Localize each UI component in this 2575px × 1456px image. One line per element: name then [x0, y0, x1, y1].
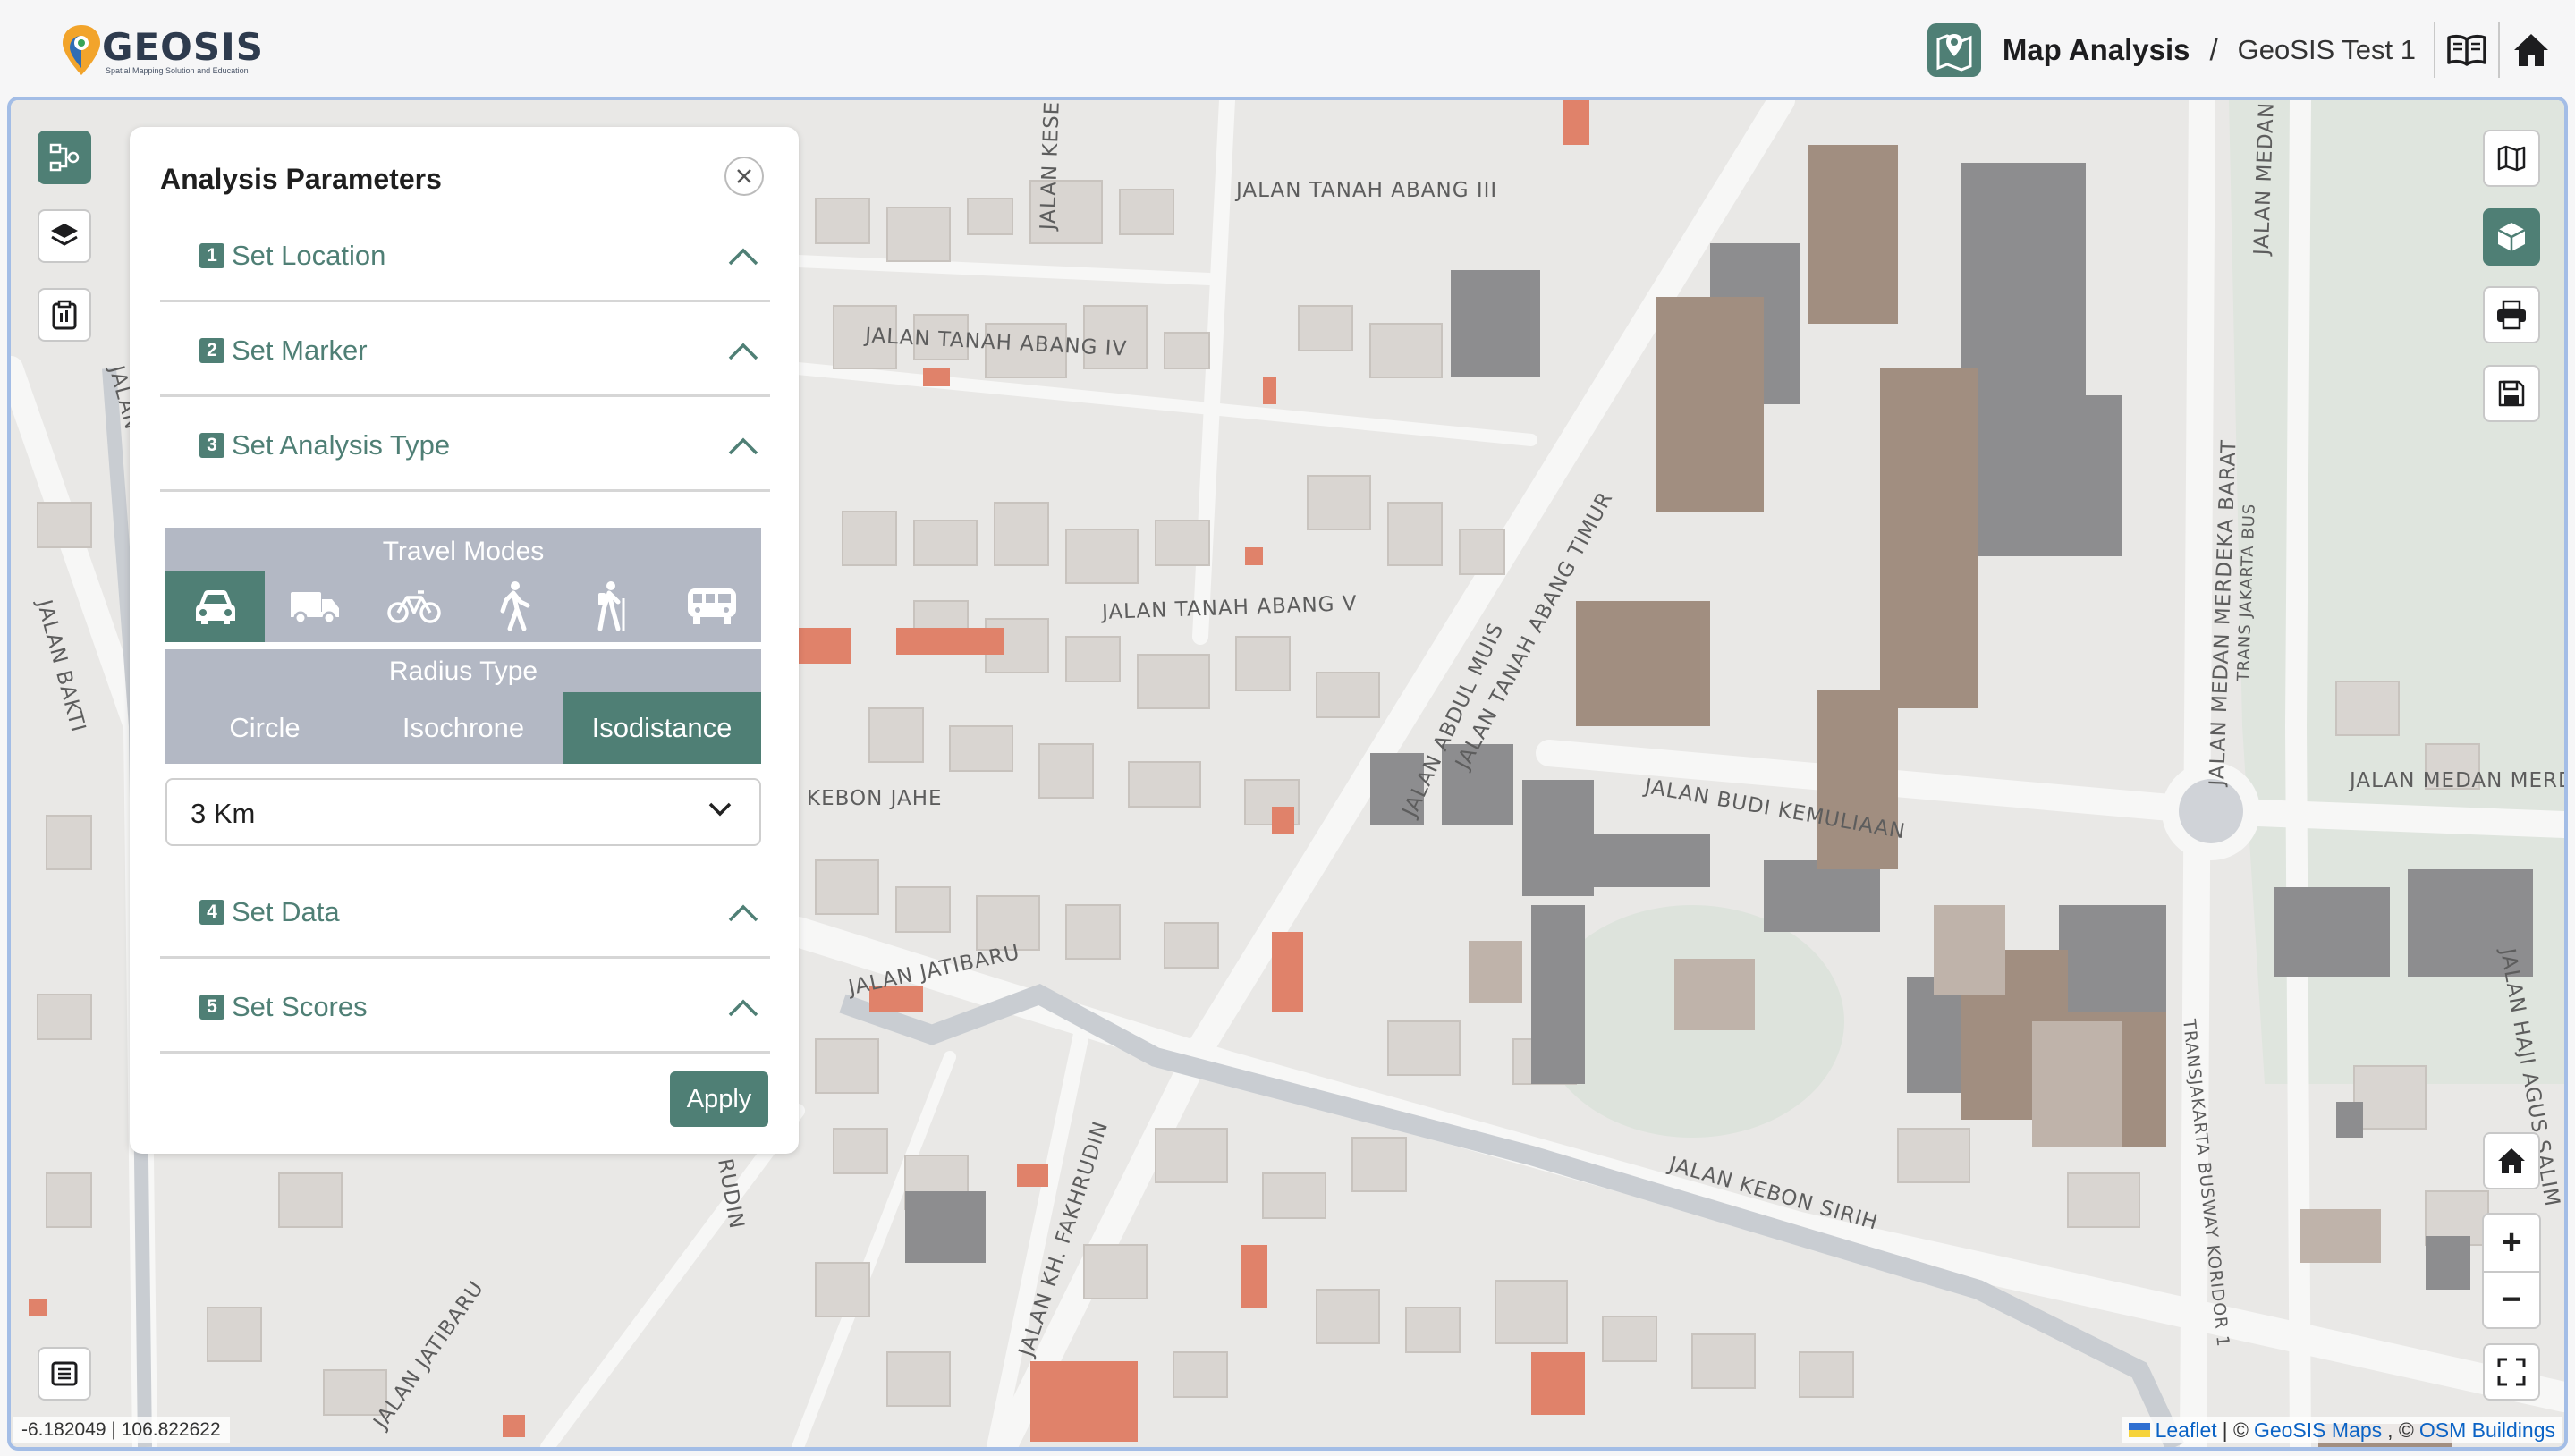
travel-mode-car[interactable]: [165, 571, 265, 642]
docs-button[interactable]: [2435, 22, 2498, 78]
legend-button[interactable]: [38, 1347, 91, 1401]
step-set-data[interactable]: 4 Set Data: [160, 866, 770, 959]
car-icon: [195, 590, 235, 624]
bus-icon: [687, 588, 736, 624]
cursor-coordinates: -6.182049 | 106.822622: [13, 1417, 230, 1443]
chevron-down-icon: [708, 802, 732, 817]
geosis-maps-link[interactable]: GeoSIS Maps: [2254, 1418, 2382, 1443]
attribution-separator: , ©: [2387, 1418, 2414, 1442]
hiking-icon: [597, 581, 624, 631]
radius-type-isodistance[interactable]: Isodistance: [563, 692, 761, 764]
travel-mode-bus[interactable]: [662, 571, 761, 642]
travel-mode-truck[interactable]: [265, 571, 364, 642]
analysis-parameters-panel: Analysis Parameters 1 Set Location 2 Set…: [130, 127, 799, 1154]
fullscreen-button[interactable]: [2483, 1343, 2540, 1401]
clipboard-icon: [52, 300, 77, 330]
logo-pin-icon: [63, 25, 100, 75]
close-icon: [737, 169, 751, 183]
map-pin-icon: [1936, 34, 1972, 72]
step-number: 4: [199, 900, 224, 925]
step-label: Set Data: [232, 896, 340, 927]
radius-type-group: Radius Type Circle Isochrone Isodistance: [165, 649, 761, 764]
step-number: 5: [199, 995, 224, 1020]
travel-modes-group: Travel Modes: [165, 528, 761, 642]
save-button[interactable]: [2483, 365, 2540, 422]
book-icon: [2447, 34, 2486, 66]
chevron-up-icon: [728, 343, 758, 360]
step-label: Set Location: [232, 240, 386, 271]
logo-wordmark: GEOSIS: [102, 25, 264, 69]
step-set-analysis-type[interactable]: 3 Set Analysis Type: [160, 399, 770, 492]
walking-icon: [500, 581, 529, 631]
panel-title: Analysis Parameters: [160, 163, 442, 195]
app-header: GEOSIS Spatial Mapping Solution and Educ…: [0, 0, 2575, 93]
travel-mode-walk[interactable]: [463, 571, 563, 642]
clipboard-button[interactable]: [38, 288, 91, 342]
home-button[interactable]: [2500, 22, 2562, 78]
step-set-scores[interactable]: 5 Set Scores: [160, 961, 770, 1054]
printer-icon: [2497, 300, 2526, 330]
chevron-up-icon: [728, 999, 758, 1017]
print-button[interactable]: [2483, 286, 2540, 343]
travel-modes-title: Travel Modes: [382, 537, 545, 566]
map-analysis-app-icon: [1927, 23, 1981, 77]
osm-buildings-link[interactable]: OSM Buildings: [2419, 1418, 2555, 1443]
map-attribution: Leaflet | © GeoSIS Maps , © OSM Building…: [2121, 1417, 2562, 1443]
step-set-marker[interactable]: 2 Set Marker: [160, 304, 770, 397]
map-home-button[interactable]: [2483, 1132, 2540, 1189]
step-label: Set Analysis Type: [232, 429, 451, 461]
logo-tagline: Spatial Mapping Solution and Education: [106, 66, 249, 75]
chevron-up-icon: [728, 248, 758, 266]
layers-icon: [51, 224, 78, 246]
project-name: GeoSIS Test 1: [2237, 34, 2416, 65]
distance-select[interactable]: 3 Km: [165, 778, 761, 846]
map-street-label: KEBON JAHE: [807, 787, 943, 810]
chevron-up-icon: [728, 437, 758, 455]
map-icon: [2497, 145, 2526, 172]
distance-select-value: 3 Km: [191, 798, 256, 829]
home-icon: [2514, 34, 2548, 66]
3d-buildings-toggle[interactable]: [2483, 208, 2540, 266]
home-icon: [2498, 1148, 2525, 1173]
panel-close-button[interactable]: [724, 157, 764, 196]
radius-type-title: Radius Type: [388, 656, 538, 686]
zoom-in-button[interactable]: +: [2484, 1215, 2539, 1270]
step-number: 3: [199, 433, 224, 458]
analysis-tool-button[interactable]: [38, 131, 91, 184]
step-number: 1: [199, 243, 224, 268]
workflow-icon: [49, 143, 80, 172]
breadcrumb-separator: /: [2209, 33, 2218, 66]
step-label: Set Scores: [232, 991, 368, 1022]
step-label: Set Marker: [232, 334, 368, 366]
ukraine-flag-icon: [2128, 1423, 2150, 1437]
step-number: 2: [199, 338, 224, 363]
layers-button[interactable]: [38, 209, 91, 263]
truck-icon: [290, 592, 339, 624]
travel-mode-bicycle[interactable]: [364, 571, 463, 642]
radius-type-circle[interactable]: Circle: [165, 692, 364, 764]
geosis-logo[interactable]: GEOSIS Spatial Mapping Solution and Educ…: [59, 20, 263, 80]
chevron-up-icon: [728, 904, 758, 922]
zoom-control: + −: [2482, 1213, 2541, 1329]
travel-mode-hike[interactable]: [563, 571, 662, 642]
fullscreen-icon: [2497, 1358, 2526, 1386]
attribution-separator: | ©: [2222, 1418, 2249, 1442]
leaflet-link[interactable]: Leaflet: [2156, 1418, 2217, 1443]
list-icon: [51, 1361, 78, 1386]
map-street-label: JALAN KESE: [1036, 100, 1064, 231]
apply-button[interactable]: Apply: [670, 1071, 768, 1127]
zoom-out-button[interactable]: −: [2484, 1272, 2539, 1327]
basemap-button[interactable]: [2483, 130, 2540, 187]
bicycle-icon: [386, 590, 441, 623]
radius-type-isochrone[interactable]: Isochrone: [364, 692, 563, 764]
save-icon: [2498, 380, 2525, 407]
step-set-location[interactable]: 1 Set Location: [160, 209, 770, 302]
map-street-label: JALAN TANAH ABANG III: [1236, 179, 1498, 202]
map-street-label: JALAN MEDAN MERDEKA: [2350, 769, 2564, 792]
page-title: Map Analysis: [2002, 33, 2190, 66]
cube-icon: [2497, 223, 2526, 251]
